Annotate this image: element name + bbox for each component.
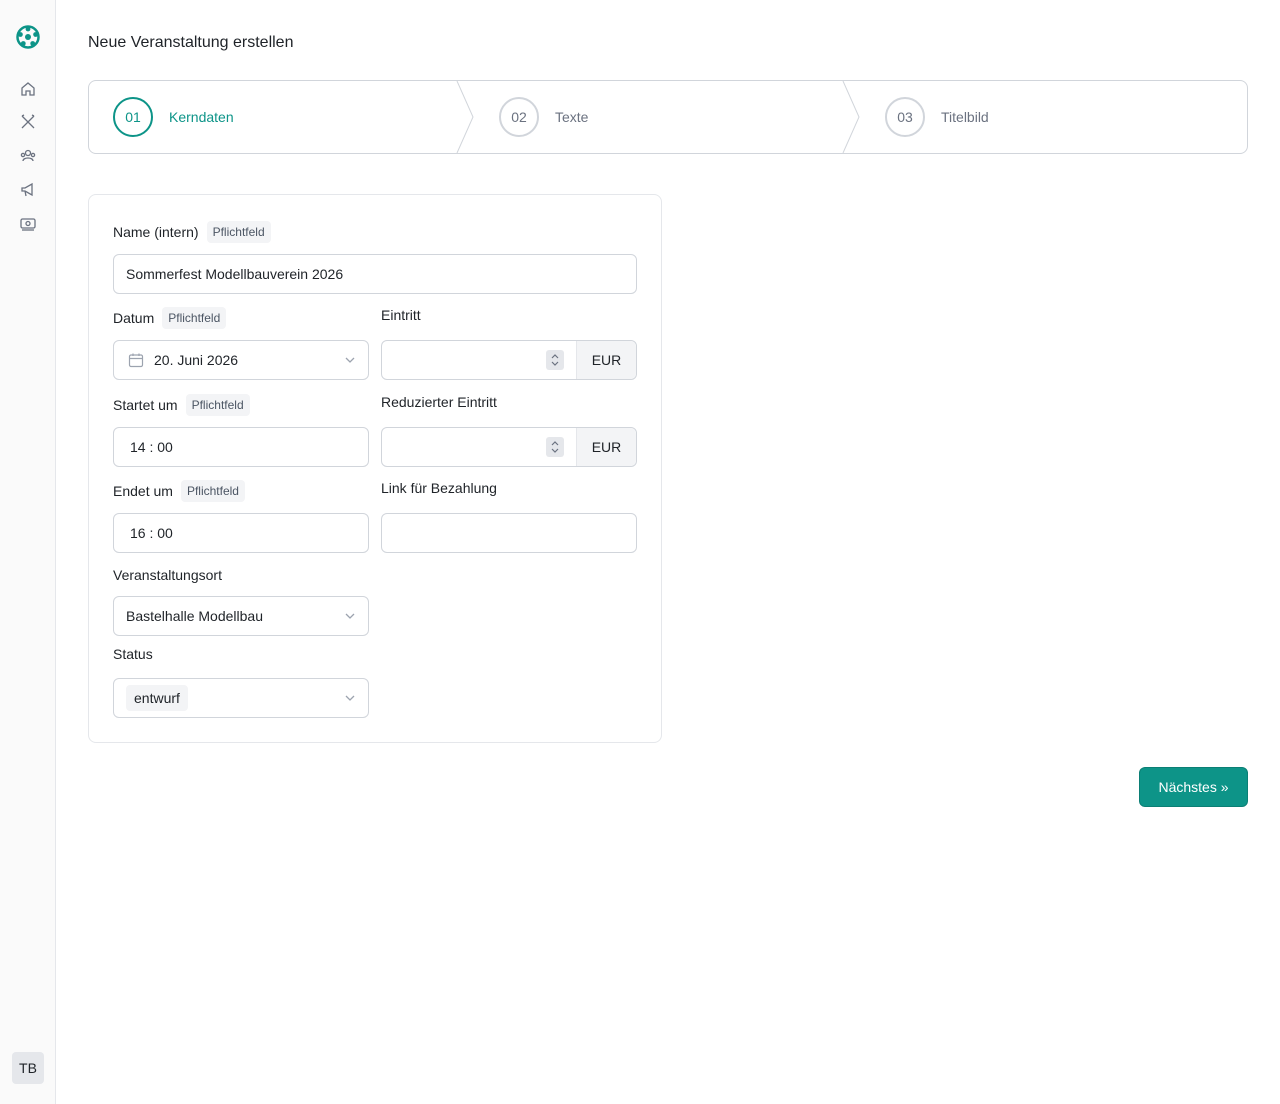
calendar-icon — [128, 353, 144, 368]
venue-select[interactable]: Bastelhalle Modellbau — [113, 596, 369, 636]
page-title: Neue Veranstaltung erstellen — [88, 34, 294, 51]
name-label: Name (intern) Pflichtfeld — [113, 221, 271, 243]
next-button[interactable]: Nächstes » — [1139, 767, 1248, 807]
step-label: Texte — [555, 109, 589, 125]
reduced-entry-label-text: Reduzierter Eintritt — [381, 394, 497, 410]
step-kerndaten[interactable]: 01 Kerndaten — [113, 81, 234, 153]
people-icon[interactable] — [19, 147, 37, 165]
status-label-text: Status — [113, 646, 153, 662]
start-time-value: 14 : 00 — [130, 439, 173, 455]
step-titelbild[interactable]: 03 Titelbild — [885, 81, 989, 153]
entry-label-text: Eintritt — [381, 307, 421, 323]
reduced-entry-input[interactable]: EUR — [381, 427, 637, 467]
spinner-arrows-icon — [551, 354, 559, 366]
logo-icon[interactable] — [15, 24, 41, 50]
end-label: Endet um Pflichtfeld — [113, 480, 245, 502]
form-card: Name (intern) Pflichtfeld Sommerfest Mod… — [88, 194, 662, 743]
status-label: Status — [113, 646, 153, 662]
home-icon[interactable] — [19, 80, 37, 98]
entry-input[interactable]: EUR — [381, 340, 637, 380]
step-texte[interactable]: 02 Texte — [499, 81, 588, 153]
step-separator — [842, 81, 860, 153]
start-label-text: Startet um — [113, 397, 178, 413]
money-icon[interactable] — [19, 215, 37, 233]
entry-label: Eintritt — [381, 307, 421, 323]
spinner-arrows-icon — [551, 441, 559, 453]
venue-value: Bastelhalle Modellbau — [126, 608, 263, 624]
name-label-text: Name (intern) — [113, 224, 199, 240]
end-time-value: 16 : 00 — [130, 525, 173, 541]
required-badge: Pflichtfeld — [185, 394, 250, 416]
step-separator — [456, 81, 474, 153]
venue-label: Veranstaltungsort — [113, 567, 222, 583]
currency-addon: EUR — [576, 428, 636, 466]
tools-icon[interactable] — [19, 113, 37, 131]
name-input[interactable]: Sommerfest Modellbauverein 2026 — [113, 254, 637, 294]
payment-link-label: Link für Bezahlung — [381, 480, 497, 496]
number-stepper[interactable] — [546, 437, 564, 457]
payment-link-label-text: Link für Bezahlung — [381, 480, 497, 496]
chevron-down-icon — [345, 695, 355, 701]
currency-addon: EUR — [576, 341, 636, 379]
step-number: 01 — [113, 97, 153, 137]
required-badge: Pflichtfeld — [206, 221, 271, 243]
step-number: 02 — [499, 97, 539, 137]
date-label-text: Datum — [113, 310, 155, 326]
status-badge: entwurf — [126, 685, 188, 711]
step-number: 03 — [885, 97, 925, 137]
venue-label-text: Veranstaltungsort — [113, 567, 222, 583]
avatar[interactable]: TB — [12, 1052, 44, 1084]
required-badge: Pflichtfeld — [162, 307, 227, 329]
status-select[interactable]: entwurf — [113, 678, 369, 718]
chevron-down-icon — [345, 357, 355, 363]
step-label: Titelbild — [941, 109, 989, 125]
stepper: 01 Kerndaten 02 Texte 03 Titelbild — [88, 80, 1248, 154]
payment-link-input[interactable] — [381, 513, 637, 553]
number-stepper[interactable] — [546, 350, 564, 370]
date-value: 20. Juni 2026 — [154, 352, 239, 368]
end-time-input[interactable]: 16 : 00 — [113, 513, 369, 553]
date-picker[interactable]: 20. Juni 2026 — [113, 340, 369, 380]
required-badge: Pflichtfeld — [180, 480, 245, 502]
start-time-input[interactable]: 14 : 00 — [113, 427, 369, 467]
date-label: Datum Pflichtfeld — [113, 307, 227, 329]
start-label: Startet um Pflichtfeld — [113, 394, 250, 416]
name-input-value: Sommerfest Modellbauverein 2026 — [126, 266, 344, 282]
megaphone-icon[interactable] — [19, 181, 37, 199]
reduced-entry-label: Reduzierter Eintritt — [381, 394, 497, 410]
sidebar: TB — [0, 0, 56, 1104]
step-label: Kerndaten — [169, 109, 234, 125]
chevron-down-icon — [345, 613, 355, 619]
end-label-text: Endet um — [113, 483, 173, 499]
